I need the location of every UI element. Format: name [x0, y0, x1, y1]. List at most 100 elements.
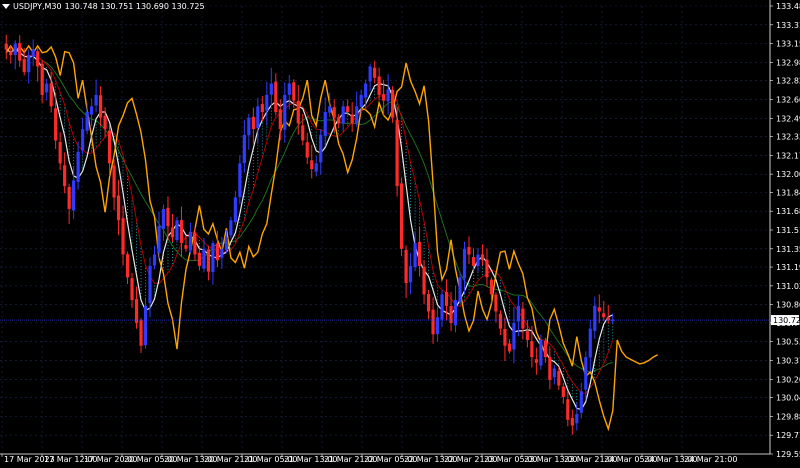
cloud-dot: [73, 151, 75, 153]
cloud-dot: [127, 193, 129, 195]
cloud-dot: [167, 253, 169, 255]
candle-body: [157, 226, 161, 253]
cloud-dot: [261, 149, 263, 151]
candle-body: [584, 357, 588, 390]
cloud-dot: [140, 263, 142, 265]
candle-body: [301, 125, 305, 141]
cloud-dot: [176, 247, 178, 249]
candle-body: [94, 94, 98, 106]
chart-canvas[interactable]: 133.480 133.315 133.150 132.985 132.825 132.6…: [0, 0, 800, 464]
candle-body: [215, 243, 220, 261]
symbol-label: USDJPY,M30: [13, 2, 62, 11]
cloud-dot: [270, 116, 272, 118]
candle-body: [494, 294, 498, 312]
cloud-dot: [136, 240, 138, 242]
cloud-dot: [82, 161, 84, 163]
cloud-dot: [504, 299, 506, 301]
cloud-dot: [401, 123, 403, 125]
cloud-dot: [437, 299, 439, 301]
candle-body: [31, 49, 35, 57]
cloud-dot: [140, 251, 142, 253]
cloud-dot: [428, 251, 430, 253]
y-tick-label: 132.985: [776, 58, 800, 67]
candle-body: [112, 165, 116, 198]
cloud-dot: [68, 148, 70, 150]
cloud-dot: [136, 228, 138, 230]
cloud-dot: [243, 202, 245, 204]
candle-body: [332, 107, 336, 118]
cloud-dot: [239, 224, 241, 226]
cloud-dot: [428, 269, 430, 271]
cloud-dot: [270, 122, 272, 124]
candle-body: [18, 43, 22, 61]
candle-body: [229, 220, 233, 236]
cloud-dot: [598, 362, 600, 364]
cloud-dot: [347, 124, 349, 126]
cloud-dot: [140, 284, 142, 286]
cloud-dot: [230, 244, 232, 246]
cloud-dot: [270, 113, 272, 115]
cloud-dot: [252, 168, 254, 170]
cloud-dot: [481, 268, 483, 270]
y-tick-label: 132.005: [776, 170, 800, 179]
cloud-dot: [603, 347, 605, 349]
cloud-dot: [68, 127, 70, 129]
cloud-dot: [410, 210, 412, 212]
y-tick-label: 131.515: [776, 226, 800, 235]
cloud-dot: [95, 136, 97, 138]
candle-body: [391, 89, 395, 118]
current-price-tag: 130.725: [0, 315, 800, 326]
price-axis: 133.480 133.315 133.150 132.985 132.825 132.6…: [769, 0, 800, 459]
cloud-dot: [576, 396, 578, 398]
candle-body: [359, 94, 363, 107]
cloud-dot: [598, 344, 600, 346]
candle-body: [539, 340, 543, 366]
cloud-dot: [261, 134, 263, 136]
cloud-dot: [248, 193, 250, 195]
price-chart[interactable]: 133.480 133.315 133.150 132.985 132.825 132.6…: [0, 0, 800, 464]
y-tick-label: 130.860: [776, 301, 800, 310]
triangle-down-icon[interactable]: [2, 4, 10, 9]
cloud-dot: [410, 168, 412, 170]
candle-body: [188, 231, 193, 251]
cloud-dot: [553, 354, 555, 356]
candle-body: [426, 294, 431, 312]
cloud-dot: [598, 356, 600, 358]
cloud-dot: [127, 202, 129, 204]
cloud-dot: [549, 346, 551, 348]
candle-body: [458, 277, 462, 302]
candle-body: [184, 245, 188, 249]
cloud-dot: [311, 131, 313, 133]
cloud-dot: [270, 110, 272, 112]
candle-body: [238, 163, 242, 197]
cloud-dot: [167, 241, 169, 243]
candle-body: [476, 254, 480, 267]
cloud-dot: [248, 178, 250, 180]
cloud-dot: [68, 151, 70, 153]
cloud-dot: [432, 284, 434, 286]
candle-body: [485, 259, 489, 278]
cloud-dot: [68, 145, 70, 147]
cloud-dot: [414, 213, 416, 215]
cloud-dot: [167, 268, 169, 270]
candle-body: [408, 265, 413, 283]
cloud-dot: [140, 272, 142, 274]
cloud-dot: [266, 129, 268, 131]
cloud-dot: [603, 338, 605, 340]
y-tick-label: 130.205: [776, 375, 800, 384]
candle-body: [444, 291, 449, 306]
cloud-dot: [468, 286, 470, 288]
cloud-dot: [257, 153, 259, 155]
cloud-dot: [477, 271, 479, 273]
candle-body: [170, 227, 175, 238]
y-tick-label: 132.495: [776, 114, 800, 123]
cloud-dot: [423, 257, 425, 259]
cloud-dot: [508, 301, 510, 303]
candle-body: [251, 116, 255, 130]
cloud-dot: [140, 287, 142, 289]
cloud-dot: [607, 340, 609, 342]
cloud-dot: [612, 329, 614, 331]
x-tick-label: 24 Mar 21:00: [684, 455, 737, 464]
y-tick-label: 132.660: [776, 95, 800, 104]
cloud-dot: [131, 221, 133, 223]
